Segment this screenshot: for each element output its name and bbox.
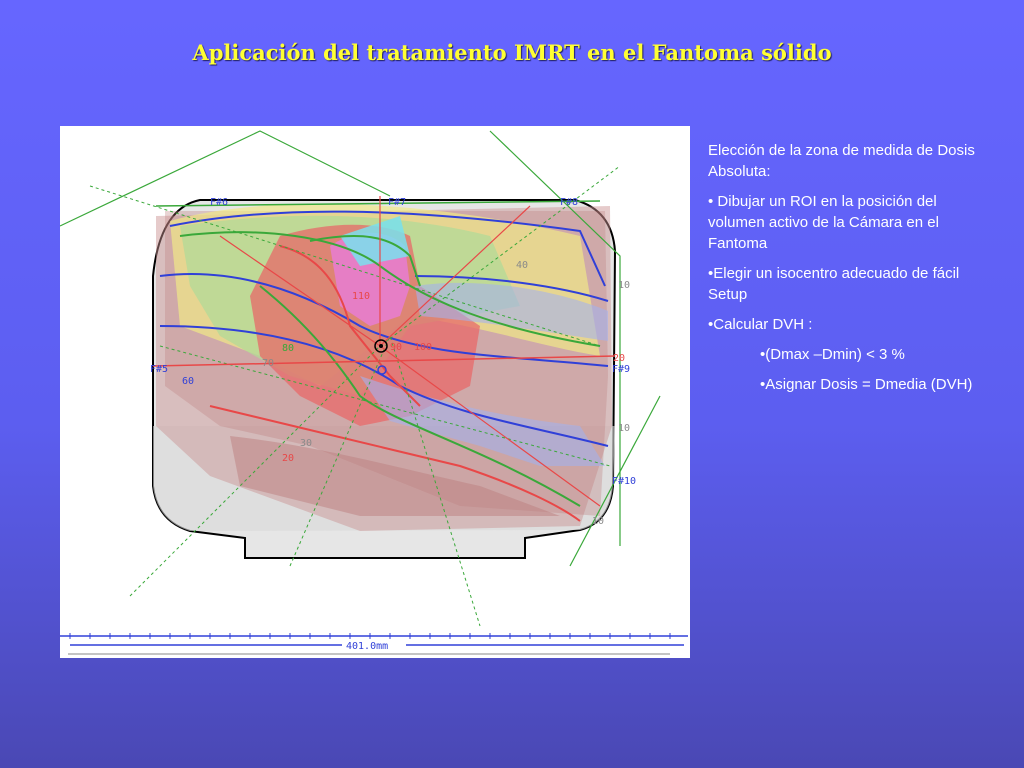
- isodose-label: 10: [618, 280, 630, 291]
- beam-label: F#8: [560, 197, 578, 208]
- isodose-label: 100: [414, 342, 432, 353]
- beam-label: F#7: [388, 197, 406, 208]
- isodose-label: 20: [613, 353, 625, 364]
- beam-label: F#5: [150, 364, 168, 375]
- bullet-dvh: •Calcular DVH :: [708, 316, 813, 333]
- sub-bullet-dose: •Asignar Dosis = Dmedia (DVH): [760, 376, 973, 393]
- bullet-isocenter: •Elegir un isocentro adecuado de fácil S…: [708, 265, 960, 303]
- isodose-figure: F#6 F#7 F#8 F#9 F#10 F#5 20 30 40 60 70 …: [60, 126, 690, 658]
- isodose-label: 80: [282, 343, 294, 354]
- description-text: Elección de la zona de medida de Dosis A…: [708, 140, 980, 404]
- intro-text: Elección de la zona de medida de Dosis A…: [708, 142, 975, 180]
- isodose-label: 90: [390, 342, 402, 353]
- isodose-label: 10: [592, 516, 604, 527]
- beam-label: F#9: [612, 364, 630, 375]
- bullet-roi: • Dibujar un ROI en la posición del volu…: [708, 193, 939, 252]
- beam-label: F#10: [612, 476, 636, 487]
- isodose-plan-svg: F#6 F#7 F#8 F#9 F#10 F#5 20 30 40 60 70 …: [60, 130, 688, 655]
- isodose-label: 60: [182, 376, 194, 387]
- slide-title: Aplicación del tratamiento IMRT en el Fa…: [192, 40, 832, 65]
- sub-bullet-dmax: •(Dmax –Dmin) < 3 %: [760, 346, 905, 363]
- isodose-label: 10: [618, 423, 630, 434]
- scale-ruler: 401.0mm: [60, 633, 688, 655]
- isodose-label: 40: [516, 260, 528, 271]
- isodose-label: 70: [262, 358, 274, 369]
- isodose-label: 20: [282, 453, 294, 464]
- isodose-label: 30: [300, 438, 312, 449]
- scale-label: 401.0mm: [346, 641, 388, 652]
- beam-label: F#6: [210, 197, 228, 208]
- isodose-label: 110: [352, 291, 370, 302]
